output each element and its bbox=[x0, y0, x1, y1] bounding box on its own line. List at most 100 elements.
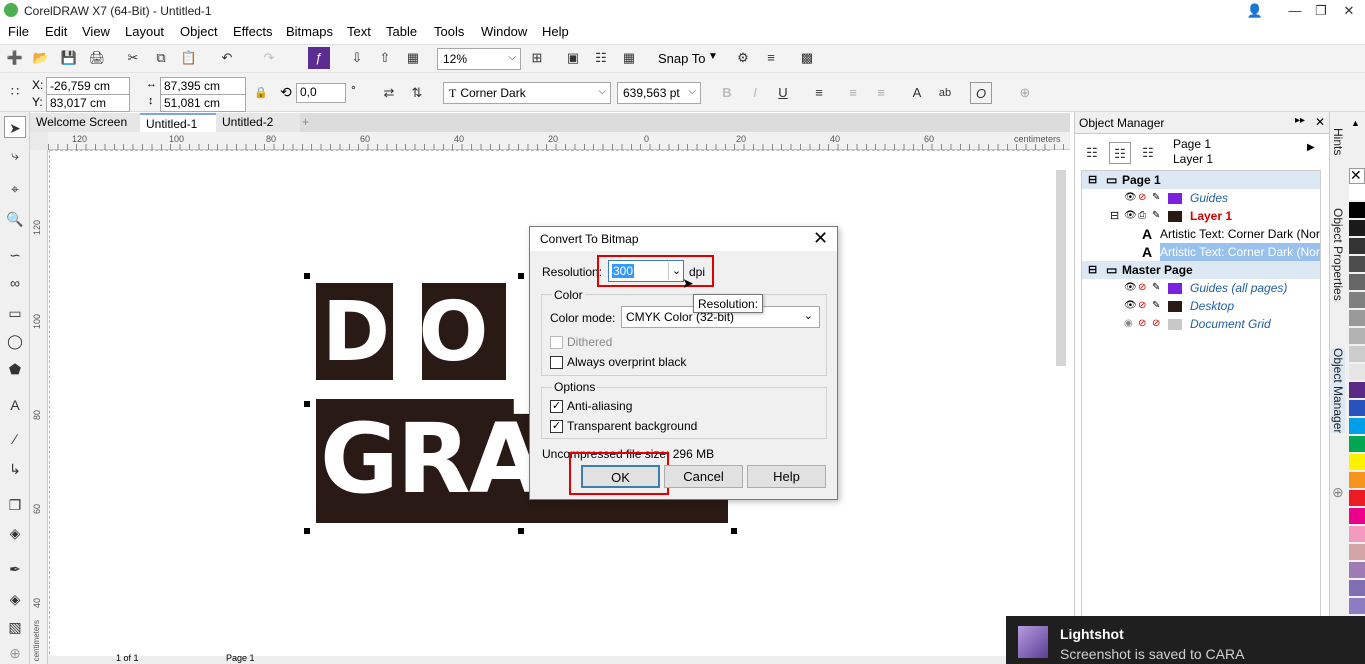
close-window-button[interactable]: ✕ bbox=[1334, 0, 1364, 22]
application-launcher-icon[interactable]: ▩ bbox=[796, 47, 818, 69]
cancel-button[interactable]: Cancel bbox=[664, 465, 743, 488]
selection-handle[interactable] bbox=[518, 528, 524, 534]
open-icon[interactable]: 📂 bbox=[30, 47, 52, 69]
color-swatch[interactable] bbox=[1349, 328, 1365, 344]
selection-handle[interactable] bbox=[304, 401, 310, 407]
color-swatch[interactable] bbox=[1349, 598, 1365, 614]
artistic-media-tool-icon[interactable]: ∞ bbox=[4, 272, 26, 294]
color-swatch[interactable] bbox=[1349, 292, 1365, 308]
anti-aliasing-checkbox[interactable]: ✓ bbox=[550, 400, 563, 413]
color-swatch[interactable] bbox=[1349, 400, 1365, 416]
opentype-icon[interactable]: O bbox=[970, 82, 992, 104]
menu-view[interactable]: View bbox=[82, 24, 110, 39]
color-swatch[interactable] bbox=[1349, 220, 1365, 236]
eye-icon[interactable]: 👁 bbox=[1124, 207, 1137, 225]
menu-help[interactable]: Help bbox=[542, 24, 569, 39]
tree-node-master-page[interactable]: ⊟ ▭ Master Page bbox=[1082, 261, 1320, 279]
corel-connect-icon[interactable]: ƒ bbox=[308, 47, 330, 69]
edit-disabled-icon[interactable]: ⊘ bbox=[1152, 315, 1160, 333]
color-swatch[interactable] bbox=[1349, 472, 1365, 488]
menu-edit[interactable]: Edit bbox=[45, 24, 67, 39]
rectangle-tool-icon[interactable]: ▭ bbox=[4, 302, 26, 324]
vertical-scrollbar[interactable] bbox=[1052, 150, 1070, 664]
tree-node-artistic-text-selected[interactable]: A Artistic Text: Corner Dark (Norm bbox=[1082, 243, 1320, 261]
dithered-checkbox[interactable] bbox=[550, 336, 563, 349]
tree-node-guides-all-pages[interactable]: 👁 ⊘ ✎ Guides (all pages) bbox=[1082, 279, 1320, 297]
smart-fill-tool-icon[interactable]: ▧ bbox=[4, 616, 26, 638]
print-disabled-icon[interactable]: ⊘ bbox=[1138, 279, 1146, 297]
publish-pdf-icon[interactable]: ▦ bbox=[402, 47, 424, 69]
close-docker-icon[interactable]: ✕ bbox=[1315, 115, 1325, 129]
print-disabled-icon[interactable]: ⊘ bbox=[1138, 297, 1146, 315]
font-family-select[interactable]: T Corner Dark ⌵ bbox=[443, 82, 611, 104]
edit-across-layers-icon[interactable]: ☷ bbox=[1109, 142, 1131, 164]
menu-window[interactable]: Window bbox=[481, 24, 527, 39]
color-swatch[interactable] bbox=[1349, 454, 1365, 470]
options-icon[interactable]: ⚙ bbox=[732, 47, 754, 69]
edit-text-icon[interactable]: ab bbox=[934, 82, 956, 104]
menu-object[interactable]: Object bbox=[180, 24, 218, 39]
selection-handle[interactable] bbox=[518, 273, 524, 279]
undo-icon[interactable]: ↶ bbox=[216, 47, 238, 69]
add-icon[interactable]: ⊕ bbox=[4, 642, 26, 664]
palette-scroll-up-icon[interactable]: ▲ bbox=[1351, 118, 1360, 128]
overprint-black-checkbox[interactable] bbox=[550, 356, 563, 369]
ellipse-tool-icon[interactable]: ◯ bbox=[4, 330, 26, 352]
italic-icon[interactable]: I bbox=[744, 82, 766, 104]
collapse-icon[interactable]: ⊟ bbox=[1088, 261, 1097, 279]
text-tool-icon[interactable]: A bbox=[4, 394, 26, 416]
menu-text[interactable]: Text bbox=[347, 24, 371, 39]
redo-icon[interactable]: ↷ bbox=[258, 47, 280, 69]
save-icon[interactable]: 💾 bbox=[58, 47, 80, 69]
zoom-tool-icon[interactable]: 🔍 bbox=[4, 208, 26, 230]
color-swatch[interactable] bbox=[1349, 256, 1365, 272]
color-swatch[interactable] bbox=[1349, 202, 1365, 218]
freehand-tool-icon[interactable]: ∽ bbox=[4, 244, 26, 266]
pick-tool-icon[interactable]: ➤ bbox=[4, 116, 26, 138]
color-swatch[interactable] bbox=[1349, 580, 1365, 596]
import-icon[interactable]: ⇩ bbox=[346, 47, 368, 69]
collapse-icon[interactable]: ⊟ bbox=[1110, 207, 1119, 225]
selection-handle[interactable] bbox=[731, 528, 737, 534]
align-icon[interactable]: ≡ bbox=[760, 47, 782, 69]
cut-icon[interactable]: ✂ bbox=[122, 47, 144, 69]
docker-tab-object-manager[interactable]: Object Manager bbox=[1331, 348, 1345, 434]
color-swatch[interactable] bbox=[1349, 508, 1365, 524]
docker-tab-object-properties[interactable]: Object Properties bbox=[1331, 208, 1345, 301]
print-disabled-icon[interactable]: ⊘ bbox=[1138, 315, 1146, 333]
copy-icon[interactable]: ⧉ bbox=[150, 47, 172, 69]
color-swatch[interactable] bbox=[1349, 310, 1365, 326]
color-swatch[interactable] bbox=[1349, 526, 1365, 542]
connector-tool-icon[interactable]: ↳ bbox=[4, 458, 26, 480]
menu-effects[interactable]: Effects bbox=[233, 24, 273, 39]
tree-node-guides[interactable]: 👁 ⊘ ✎ Guides bbox=[1082, 189, 1320, 207]
zoom-fit-icon[interactable]: ⊞ bbox=[526, 47, 548, 69]
object-origin-icon[interactable]: ∷ bbox=[4, 81, 26, 103]
layer-manager-view-icon[interactable]: ☷ bbox=[1137, 142, 1159, 164]
show-object-properties-icon[interactable]: ☷ bbox=[1081, 142, 1103, 164]
y-position-input[interactable]: 83,017 cm bbox=[46, 94, 130, 112]
resolution-value[interactable]: 300 bbox=[612, 264, 635, 278]
close-dialog-icon[interactable]: ✕ bbox=[813, 228, 828, 249]
color-swatch[interactable] bbox=[1349, 274, 1365, 290]
menu-tools[interactable]: Tools bbox=[434, 24, 464, 39]
snap-to-dropdown[interactable]: Snap To bbox=[658, 51, 705, 66]
bold-icon[interactable]: B bbox=[716, 82, 738, 104]
color-swatch[interactable] bbox=[1349, 382, 1365, 398]
zoom-level-select[interactable]: 12% ⌵ bbox=[437, 48, 521, 70]
transparent-background-checkbox[interactable]: ✓ bbox=[550, 420, 563, 433]
font-size-select[interactable]: 639,563 pt ⌵ bbox=[617, 82, 701, 104]
paste-icon[interactable]: 📋 bbox=[178, 47, 200, 69]
full-screen-preview-icon[interactable]: ▣ bbox=[562, 47, 584, 69]
selection-handle[interactable] bbox=[304, 528, 310, 534]
help-button[interactable]: Help bbox=[747, 465, 826, 488]
mirror-horizontal-icon[interactable]: ⇄ bbox=[378, 82, 400, 104]
ruler-origin[interactable] bbox=[30, 132, 48, 150]
tab-untitled-2[interactable]: Untitled-2 bbox=[216, 113, 300, 132]
x-position-input[interactable]: -26,759 cm bbox=[46, 77, 130, 95]
lightshot-notification[interactable]: Lightshot Screenshot is saved to CARA bbox=[1006, 616, 1365, 664]
menu-table[interactable]: Table bbox=[386, 24, 417, 39]
color-swatch[interactable] bbox=[1349, 418, 1365, 434]
add-docker-icon[interactable]: ⊕ bbox=[1332, 484, 1344, 501]
horizontal-ruler[interactable]: 120 100 80 60 40 20 0 20 40 60 centimete… bbox=[48, 132, 1070, 150]
